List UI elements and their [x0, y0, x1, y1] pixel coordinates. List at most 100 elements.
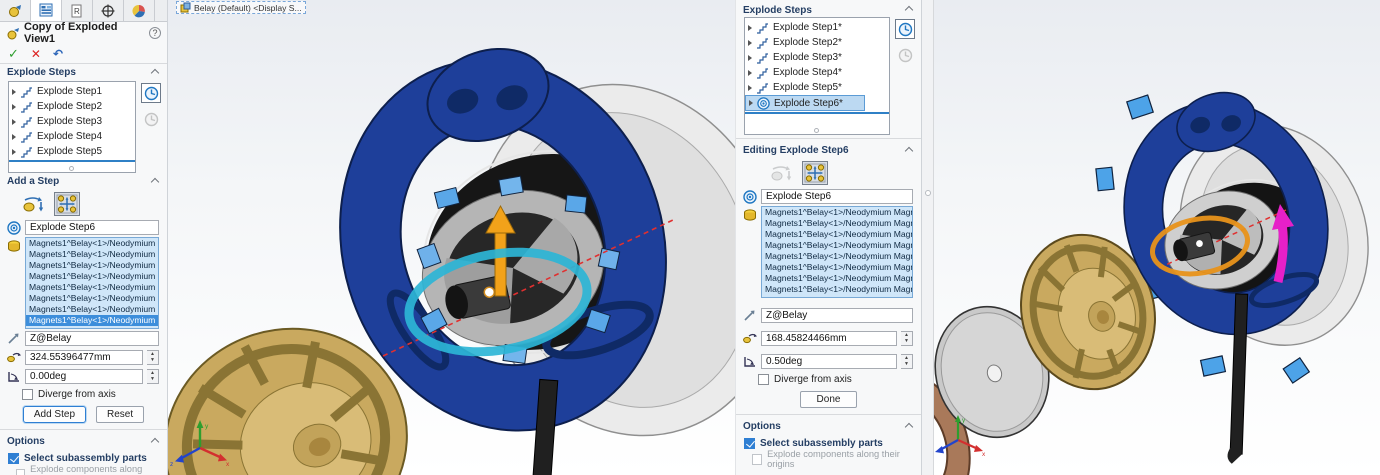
- component-item[interactable]: Magnets1^Belay<1>/Neodymium Magn: [26, 249, 158, 260]
- splitter-handle-icon[interactable]: [925, 190, 931, 196]
- dimxpert-tab-icon: [100, 4, 116, 18]
- expand-arrow-icon[interactable]: [12, 119, 16, 125]
- component-item[interactable]: Magnets1^Belay<1>/Neodymium Magn: [762, 229, 912, 240]
- distance-row: 324.55396477mm ▲▼: [0, 348, 167, 367]
- divider: [0, 429, 167, 430]
- regular-step-button: [768, 161, 794, 185]
- diverge-from-axis-row[interactable]: Diverge from axis: [0, 386, 167, 402]
- reuse-step-button[interactable]: [141, 83, 161, 103]
- expand-arrow-icon[interactable]: [748, 70, 752, 76]
- add-a-step-section-header[interactable]: Add a Step: [0, 173, 167, 190]
- component-item-selected[interactable]: Magnets1^Belay<1>/Neodymium Magn: [26, 315, 158, 326]
- expand-arrow-icon[interactable]: [12, 149, 16, 155]
- explode-step-stairs-icon: [20, 86, 33, 98]
- explode-step-row[interactable]: Explode Step3: [9, 114, 135, 129]
- distance-spinner[interactable]: ▲▼: [147, 350, 159, 365]
- explode-steps-section-header[interactable]: Explode Steps: [736, 0, 921, 17]
- distance-spinner[interactable]: ▲▼: [901, 331, 913, 346]
- reuse-step-disabled-button: [895, 45, 915, 65]
- component-item[interactable]: Magnets1^Belay<1>/Neodymium Magn: [762, 273, 912, 284]
- explode-step-row[interactable]: Explode Step5*: [745, 80, 889, 95]
- expand-arrow-icon[interactable]: [748, 55, 752, 61]
- angle-input[interactable]: 0.50deg: [761, 354, 897, 369]
- options-section-header[interactable]: Options: [0, 433, 167, 450]
- reset-button[interactable]: Reset: [96, 406, 144, 423]
- select-subassembly-checkbox[interactable]: [744, 438, 755, 449]
- angle-spinner[interactable]: ▲▼: [147, 369, 159, 384]
- regular-step-button[interactable]: [20, 192, 46, 216]
- step-name-input[interactable]: Explode Step6: [25, 220, 159, 235]
- select-subassembly-checkbox[interactable]: [8, 453, 19, 464]
- explode-step-row[interactable]: Explode Step3*: [745, 50, 889, 65]
- expand-arrow-icon[interactable]: [748, 85, 752, 91]
- component-item[interactable]: Magnets1^Belay<1>/Neodymium Magn: [762, 218, 912, 229]
- direction-input[interactable]: Z@Belay: [25, 331, 159, 346]
- components-selection-list[interactable]: Magnets1^Belay<1>/Neodymium Magn Magnets…: [761, 206, 913, 298]
- expand-arrow-icon[interactable]: [12, 104, 16, 110]
- component-item[interactable]: Magnets1^Belay<1>/Neodymium Magn: [762, 251, 912, 262]
- tab-exploded-view[interactable]: [0, 0, 31, 21]
- explode-step-row[interactable]: Explode Step1*: [745, 20, 889, 35]
- explode-step-row[interactable]: Explode Step4: [9, 129, 135, 144]
- ok-icon[interactable]: ✓: [8, 46, 19, 62]
- left-viewport-canvas[interactable]: y x z: [168, 0, 735, 475]
- explode-steps-list[interactable]: Explode Step1 Explode Step2 Explode Step…: [8, 81, 136, 173]
- components-selection-list[interactable]: Magnets1^Belay<1>/Neodymium Magn Magnets…: [25, 237, 159, 329]
- list-resize-handle[interactable]: [69, 166, 74, 171]
- component-item[interactable]: Magnets1^Belay<1>/Neodymium Magn: [762, 284, 912, 295]
- component-item[interactable]: Magnets1^Belay<1>/Neodymium Magn: [26, 282, 158, 293]
- diverge-checkbox[interactable]: [758, 374, 769, 385]
- radial-step-button[interactable]: [802, 161, 828, 185]
- options-section-header[interactable]: Options: [736, 418, 921, 435]
- component-item[interactable]: Magnets1^Belay<1>/Neodymium Magn: [26, 271, 158, 282]
- distance-input[interactable]: 168.45824466mm: [761, 331, 897, 346]
- expand-arrow-icon[interactable]: [12, 134, 16, 140]
- step-name-input[interactable]: Explode Step6: [761, 189, 913, 204]
- explode-step-row[interactable]: Explode Step2*: [745, 35, 889, 50]
- expand-arrow-icon[interactable]: [749, 100, 753, 106]
- panel-splitter[interactable]: [922, 0, 934, 475]
- left-3d-viewport[interactable]: Belay (Default) <Display S...: [168, 0, 735, 475]
- expand-arrow-icon[interactable]: [12, 89, 16, 95]
- expand-arrow-icon[interactable]: [748, 25, 752, 31]
- component-item[interactable]: Magnets1^Belay<1>/Neodymium Magn: [26, 238, 158, 249]
- explode-step-row[interactable]: Explode Step5: [9, 144, 135, 159]
- explode-steps-list[interactable]: Explode Step1* Explode Step2* Explode St…: [744, 17, 890, 135]
- angle-input[interactable]: 0.00deg: [25, 369, 143, 384]
- explode-step-row-selected[interactable]: Explode Step6*: [745, 95, 865, 111]
- explode-step-row[interactable]: Explode Step1: [9, 84, 135, 99]
- add-step-button[interactable]: Add Step: [23, 406, 86, 423]
- component-item[interactable]: Magnets1^Belay<1>/Neodymium Magn: [26, 293, 158, 304]
- assembly-tree-item[interactable]: Belay (Default) <Display S...: [176, 1, 306, 14]
- direction-input[interactable]: Z@Belay: [761, 308, 913, 323]
- help-icon[interactable]: ?: [149, 27, 161, 39]
- explode-steps-section-header[interactable]: Explode Steps: [0, 64, 167, 81]
- undo-icon[interactable]: ↶: [53, 47, 63, 61]
- step-type-toolbar: [736, 159, 921, 187]
- explode-step-row[interactable]: Explode Step2: [9, 99, 135, 114]
- editing-step-section-header[interactable]: Editing Explode Step6: [736, 142, 921, 159]
- component-item[interactable]: Magnets1^Belay<1>/Neodymium Magn: [762, 262, 912, 273]
- diverge-checkbox[interactable]: [22, 389, 33, 400]
- list-resize-handle[interactable]: [814, 128, 819, 133]
- reuse-step-button[interactable]: [895, 19, 915, 39]
- cancel-icon[interactable]: ✕: [31, 47, 41, 61]
- component-item[interactable]: Magnets1^Belay<1>/Neodymium Magn: [26, 260, 158, 271]
- tab-display-manager[interactable]: [124, 0, 155, 21]
- diverge-from-axis-row[interactable]: Diverge from axis: [736, 371, 921, 387]
- right-viewport-canvas[interactable]: y x z: [934, 0, 1380, 475]
- done-button[interactable]: Done: [800, 391, 858, 408]
- component-item[interactable]: Magnets1^Belay<1>/Neodymium Magn: [26, 304, 158, 315]
- tab-configurations[interactable]: R: [62, 0, 93, 21]
- distance-input[interactable]: 324.55396477mm: [25, 350, 143, 365]
- tab-property-manager[interactable]: [31, 0, 62, 21]
- expand-arrow-icon[interactable]: [748, 40, 752, 46]
- angle-spinner[interactable]: ▲▼: [901, 354, 913, 369]
- component-item[interactable]: Magnets1^Belay<1>/Neodymium Magn: [762, 207, 912, 218]
- angle-row: 0.00deg ▲▼: [0, 367, 167, 386]
- tab-dimxpert[interactable]: [93, 0, 124, 21]
- component-item[interactable]: Magnets1^Belay<1>/Neodymium Magn: [762, 240, 912, 251]
- right-3d-viewport[interactable]: y x z: [934, 0, 1380, 475]
- radial-step-button[interactable]: [54, 192, 80, 216]
- explode-step-row[interactable]: Explode Step4*: [745, 65, 889, 80]
